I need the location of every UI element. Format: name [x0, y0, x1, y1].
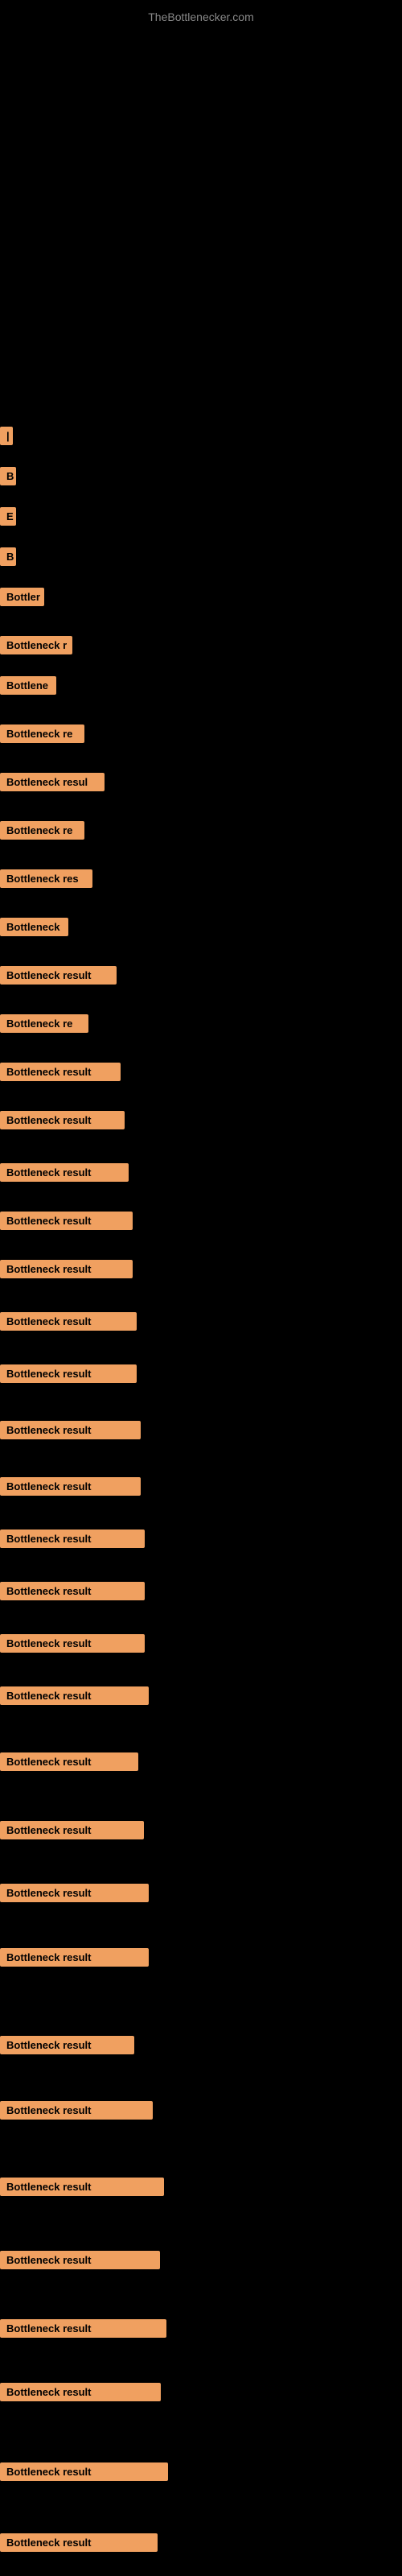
- bottleneck-label-14[interactable]: Bottleneck re: [0, 1014, 88, 1033]
- bottleneck-label-17[interactable]: Bottleneck result: [0, 1163, 129, 1182]
- bottleneck-label-29[interactable]: Bottleneck result: [0, 1821, 144, 1839]
- bottleneck-label-21[interactable]: Bottleneck result: [0, 1364, 137, 1383]
- bottleneck-label-3[interactable]: E: [0, 507, 16, 526]
- bottleneck-label-8[interactable]: Bottleneck re: [0, 724, 84, 743]
- bottleneck-label-25[interactable]: Bottleneck result: [0, 1582, 145, 1600]
- bottleneck-label-30[interactable]: Bottleneck result: [0, 1884, 149, 1902]
- site-title: TheBottlenecker.com: [0, 4, 402, 30]
- bottleneck-label-33[interactable]: Bottleneck result: [0, 2101, 153, 2120]
- bottleneck-label-39[interactable]: Bottleneck result: [0, 2533, 158, 2552]
- bottleneck-label-34[interactable]: Bottleneck result: [0, 2178, 164, 2196]
- bottleneck-label-37[interactable]: Bottleneck result: [0, 2383, 161, 2401]
- bottleneck-label-19[interactable]: Bottleneck result: [0, 1260, 133, 1278]
- bottleneck-label-26[interactable]: Bottleneck result: [0, 1634, 145, 1653]
- bottleneck-label-13[interactable]: Bottleneck result: [0, 966, 117, 985]
- bottleneck-label-23[interactable]: Bottleneck result: [0, 1477, 141, 1496]
- bottleneck-label-16[interactable]: Bottleneck result: [0, 1111, 125, 1129]
- bottleneck-label-18[interactable]: Bottleneck result: [0, 1212, 133, 1230]
- bottleneck-label-5[interactable]: Bottler: [0, 588, 44, 606]
- bottleneck-label-6[interactable]: Bottleneck r: [0, 636, 72, 654]
- bottleneck-label-31[interactable]: Bottleneck result: [0, 1948, 149, 1967]
- bottleneck-label-24[interactable]: Bottleneck result: [0, 1530, 145, 1548]
- bottleneck-label-2[interactable]: B: [0, 467, 16, 485]
- bottleneck-label-10[interactable]: Bottleneck re: [0, 821, 84, 840]
- bottleneck-label-28[interactable]: Bottleneck result: [0, 1752, 138, 1771]
- bottleneck-label-4[interactable]: B: [0, 547, 16, 566]
- bottleneck-label-38[interactable]: Bottleneck result: [0, 2462, 168, 2481]
- bottleneck-label-22[interactable]: Bottleneck result: [0, 1421, 141, 1439]
- bottleneck-label-20[interactable]: Bottleneck result: [0, 1312, 137, 1331]
- bottleneck-label-12[interactable]: Bottleneck: [0, 918, 68, 936]
- bottleneck-label-32[interactable]: Bottleneck result: [0, 2036, 134, 2054]
- bottleneck-label-35[interactable]: Bottleneck result: [0, 2251, 160, 2269]
- bottleneck-label-15[interactable]: Bottleneck result: [0, 1063, 121, 1081]
- bottleneck-label-9[interactable]: Bottleneck resul: [0, 773, 105, 791]
- bottleneck-label-7[interactable]: Bottlene: [0, 676, 56, 695]
- bottleneck-label-27[interactable]: Bottleneck result: [0, 1686, 149, 1705]
- bottleneck-label-36[interactable]: Bottleneck result: [0, 2319, 166, 2338]
- bottleneck-label-11[interactable]: Bottleneck res: [0, 869, 92, 888]
- bottleneck-label-1[interactable]: |: [0, 427, 13, 445]
